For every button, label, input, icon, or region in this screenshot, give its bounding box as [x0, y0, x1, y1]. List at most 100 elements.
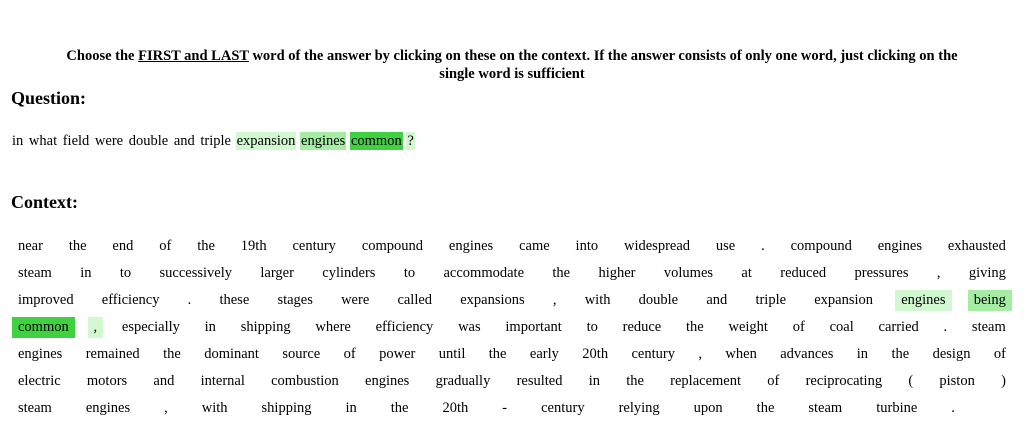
context-token[interactable]: . [945, 398, 961, 419]
context-token[interactable]: triple [749, 290, 792, 311]
context-token[interactable]: giving [963, 263, 1012, 284]
context-token[interactable]: reduce [617, 317, 668, 338]
context-token[interactable]: exhausted [942, 236, 1012, 257]
context-token[interactable]: reduced [774, 263, 832, 284]
context-token[interactable]: the [157, 344, 187, 365]
context-token[interactable]: - [496, 398, 513, 419]
context-token[interactable]: century [535, 398, 590, 419]
context-token[interactable]: with [196, 398, 234, 419]
context-token[interactable]: pressures [849, 263, 915, 284]
context-token[interactable]: important [499, 317, 567, 338]
context-token[interactable]: common [12, 317, 75, 338]
context-token[interactable]: weight [723, 317, 774, 338]
context-token[interactable]: cylinders [316, 263, 381, 284]
context-token[interactable]: the [680, 317, 710, 338]
context-token[interactable]: efficiency [96, 290, 166, 311]
context-token[interactable]: engines [359, 371, 415, 392]
context-token[interactable]: improved [12, 290, 80, 311]
context-token[interactable]: design [927, 344, 977, 365]
context-token[interactable]: were [335, 290, 375, 311]
context-token[interactable]: the [885, 344, 915, 365]
context-token[interactable]: combustion [265, 371, 345, 392]
context-token[interactable]: the [191, 236, 221, 257]
context-token[interactable]: gradually [430, 371, 497, 392]
context-token[interactable]: power [373, 344, 421, 365]
context-token[interactable]: compound [356, 236, 429, 257]
context-token[interactable]: , [158, 398, 174, 419]
context-token[interactable]: the [483, 344, 513, 365]
context-token[interactable]: ) [995, 371, 1012, 392]
context-token[interactable]: higher [592, 263, 641, 284]
context-token[interactable]: steam [802, 398, 848, 419]
context-token[interactable]: compound [785, 236, 858, 257]
context-token[interactable]: ( [902, 371, 919, 392]
context-token[interactable]: relying [613, 398, 666, 419]
context-token[interactable]: to [398, 263, 421, 284]
context-token[interactable]: shipping [235, 317, 297, 338]
context-token[interactable]: the [620, 371, 650, 392]
context-token[interactable]: until [433, 344, 472, 365]
context-token[interactable]: shipping [256, 398, 318, 419]
context-token[interactable]: expansions [454, 290, 530, 311]
context-token[interactable]: especially [116, 317, 186, 338]
context-token[interactable]: at [735, 263, 757, 284]
context-token[interactable]: use [710, 236, 741, 257]
context-token[interactable]: upon [688, 398, 729, 419]
context-token[interactable]: in [583, 371, 606, 392]
context-token[interactable]: engines [80, 398, 136, 419]
context-token[interactable]: widespread [618, 236, 696, 257]
context-token[interactable]: volumes [658, 263, 719, 284]
context-token[interactable]: in [339, 398, 362, 419]
context-token[interactable]: turbine [870, 398, 923, 419]
context-token[interactable]: in [851, 344, 874, 365]
context-token[interactable]: source [276, 344, 326, 365]
context-token[interactable]: and [147, 371, 180, 392]
context-token[interactable]: 19th [235, 236, 273, 257]
context-token[interactable]: of [787, 317, 811, 338]
context-token[interactable]: , [692, 344, 708, 365]
context-token[interactable]: steam [966, 317, 1012, 338]
context-token[interactable]: called [391, 290, 438, 311]
context-token[interactable]: coal [824, 317, 860, 338]
context-token[interactable]: steam [12, 398, 58, 419]
context-token[interactable]: engines [443, 236, 499, 257]
context-token[interactable]: was [452, 317, 487, 338]
context-token[interactable]: . [182, 290, 198, 311]
context-token[interactable]: motors [81, 371, 133, 392]
context-token[interactable]: engines [12, 344, 68, 365]
context-token[interactable]: carried [873, 317, 925, 338]
context-token[interactable]: accommodate [437, 263, 530, 284]
context-token[interactable]: in [199, 317, 222, 338]
context-token[interactable]: with [579, 290, 617, 311]
context-token[interactable]: into [570, 236, 605, 257]
context-token[interactable]: of [338, 344, 362, 365]
context-token[interactable]: larger [254, 263, 300, 284]
context-token[interactable]: , [547, 290, 563, 311]
context-token[interactable]: engines [872, 236, 928, 257]
context-token[interactable]: and [700, 290, 733, 311]
context-token[interactable]: of [153, 236, 177, 257]
context-token[interactable]: replacement [664, 371, 747, 392]
context-token[interactable]: the [546, 263, 576, 284]
context-token[interactable]: came [513, 236, 556, 257]
context-token[interactable]: of [988, 344, 1012, 365]
context-token[interactable]: being [967, 290, 1012, 311]
context-token[interactable]: century [625, 344, 680, 365]
context-token[interactable]: internal [195, 371, 251, 392]
context-token[interactable]: piston [933, 371, 980, 392]
context-token[interactable]: of [761, 371, 785, 392]
context-token[interactable]: 20th [576, 344, 614, 365]
context-token[interactable]: . [755, 236, 771, 257]
context-token[interactable]: the [751, 398, 781, 419]
context-token[interactable]: century [286, 236, 341, 257]
context-token[interactable]: to [581, 317, 604, 338]
context-token[interactable]: dominant [198, 344, 265, 365]
context-token[interactable]: engines [895, 290, 952, 311]
context-token[interactable]: end [106, 236, 139, 257]
context-token[interactable]: steam [12, 263, 58, 284]
context-token[interactable]: . [938, 317, 954, 338]
context-token[interactable]: in [74, 263, 97, 284]
context-token[interactable]: early [524, 344, 565, 365]
context-token[interactable]: stages [271, 290, 318, 311]
context-token[interactable]: 20th [436, 398, 474, 419]
